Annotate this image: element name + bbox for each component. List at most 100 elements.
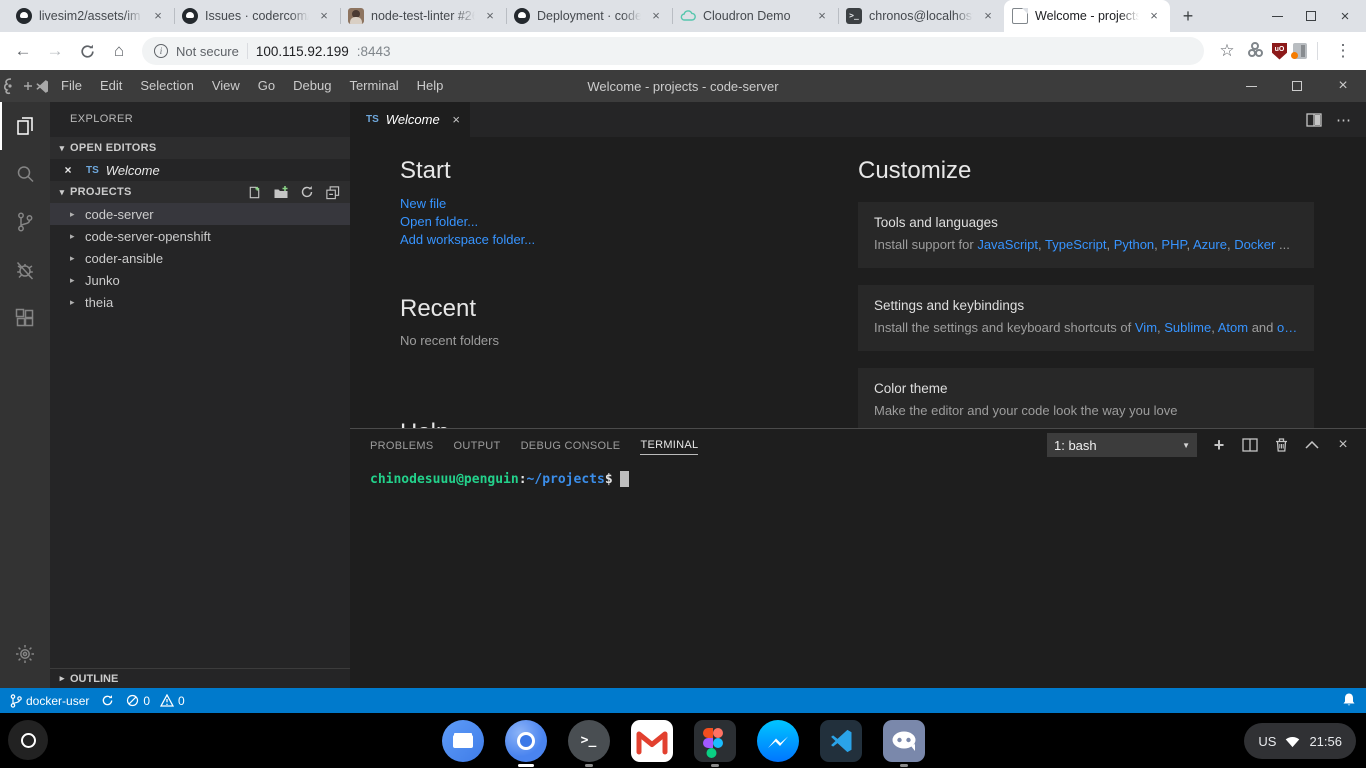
gear-icon[interactable] bbox=[0, 630, 50, 678]
tab-output[interactable]: OUTPUT bbox=[454, 436, 501, 455]
browser-tab-active[interactable]: Welcome - projects × bbox=[1004, 0, 1170, 32]
browser-tab[interactable]: node-test-linter #26 × bbox=[340, 0, 506, 32]
menu-edit[interactable]: Edit bbox=[91, 70, 131, 102]
close-icon[interactable]: × bbox=[316, 8, 332, 24]
javascript-link[interactable]: JavaScript bbox=[977, 237, 1038, 252]
menu-file[interactable]: File bbox=[52, 70, 91, 102]
folder-junko[interactable]: ▸ Junko bbox=[50, 269, 350, 291]
azure-link[interactable]: Azure bbox=[1193, 237, 1227, 252]
reload-button[interactable] bbox=[72, 36, 102, 66]
problems-item[interactable]: 0 0 bbox=[126, 694, 184, 708]
browser-menu-icon[interactable]: ⋮ bbox=[1328, 36, 1358, 66]
menu-help[interactable]: Help bbox=[408, 70, 453, 102]
python-link[interactable]: Python bbox=[1114, 237, 1154, 252]
bookmark-star-icon[interactable]: ☆ bbox=[1212, 36, 1242, 66]
close-panel-icon[interactable]: × bbox=[1334, 436, 1352, 454]
new-file-link[interactable]: New file bbox=[400, 195, 535, 213]
discord-app-icon[interactable] bbox=[883, 720, 925, 762]
typescript-link[interactable]: TypeScript bbox=[1045, 237, 1106, 252]
open-folder-link[interactable]: Open folder... bbox=[400, 213, 535, 231]
close-icon[interactable]: × bbox=[150, 8, 166, 24]
collapse-all-icon[interactable] bbox=[325, 185, 340, 200]
more-actions-icon[interactable]: ⋯ bbox=[1336, 111, 1352, 129]
figma-app-icon[interactable] bbox=[694, 720, 736, 762]
open-editors-header[interactable]: ▾ OPEN EDITORS bbox=[50, 137, 350, 159]
maximize-panel-icon[interactable] bbox=[1303, 436, 1321, 454]
tools-languages-card[interactable]: Tools and languages Install support for … bbox=[858, 202, 1314, 268]
minimize-button[interactable] bbox=[1262, 1, 1292, 31]
gmail-app-icon[interactable] bbox=[631, 720, 673, 762]
split-terminal-icon[interactable] bbox=[1241, 436, 1259, 454]
menu-view[interactable]: View bbox=[203, 70, 249, 102]
browser-tab[interactable]: Issues · codercom/ × bbox=[174, 0, 340, 32]
close-icon[interactable]: × bbox=[452, 112, 460, 127]
terminal-select[interactable]: 1: bash ▼ bbox=[1047, 433, 1197, 457]
close-icon[interactable]: × bbox=[980, 8, 996, 24]
terminal[interactable]: chinodesuuu@penguin:~/projects$ bbox=[350, 461, 1366, 489]
close-icon[interactable]: × bbox=[814, 8, 830, 24]
atom-link[interactable]: Atom bbox=[1218, 320, 1248, 335]
launcher-button[interactable] bbox=[8, 720, 48, 760]
others-link[interactable]: o… bbox=[1277, 320, 1297, 335]
home-button[interactable]: ⌂ bbox=[104, 36, 134, 66]
close-icon[interactable]: × bbox=[1146, 8, 1162, 24]
debug-icon[interactable] bbox=[0, 246, 50, 294]
bell-icon[interactable] bbox=[1342, 692, 1356, 710]
chromium-app-icon[interactable] bbox=[505, 720, 547, 762]
browser-tab[interactable]: Deployment · code × bbox=[506, 0, 672, 32]
search-icon[interactable] bbox=[0, 150, 50, 198]
open-editor-item[interactable]: × TS Welcome bbox=[50, 159, 350, 181]
tab-problems[interactable]: PROBLEMS bbox=[370, 436, 434, 455]
vim-link[interactable]: Vim bbox=[1135, 320, 1157, 335]
kill-terminal-icon[interactable] bbox=[1272, 436, 1290, 454]
close-button[interactable]: × bbox=[1320, 70, 1366, 102]
tab-debug-console[interactable]: DEBUG CONSOLE bbox=[521, 436, 621, 455]
folder-code-server-openshift[interactable]: ▸ code-server-openshift bbox=[50, 225, 350, 247]
terminal-app-icon[interactable]: >_ bbox=[568, 720, 610, 762]
vscode-app-icon[interactable] bbox=[820, 720, 862, 762]
new-folder-icon[interactable] bbox=[273, 185, 289, 200]
close-window-button[interactable]: × bbox=[1330, 1, 1360, 31]
menu-go[interactable]: Go bbox=[249, 70, 284, 102]
color-theme-card[interactable]: Color theme Make the editor and your cod… bbox=[858, 368, 1314, 428]
back-button[interactable]: ← bbox=[8, 36, 38, 66]
extension-icon[interactable] bbox=[1248, 42, 1266, 60]
browser-tab[interactable]: Cloudron Demo × bbox=[672, 0, 838, 32]
explorer-icon[interactable] bbox=[0, 102, 50, 150]
source-control-icon[interactable] bbox=[0, 198, 50, 246]
folder-coder-ansible[interactable]: ▸ coder-ansible bbox=[50, 247, 350, 269]
sync-icon[interactable] bbox=[101, 694, 114, 707]
docker-link[interactable]: Docker bbox=[1234, 237, 1275, 252]
settings-keybindings-card[interactable]: Settings and keybindings Install the set… bbox=[858, 285, 1314, 351]
new-terminal-icon[interactable]: + bbox=[1210, 436, 1228, 454]
info-icon[interactable]: i bbox=[154, 44, 168, 58]
outline-section[interactable]: ▸ OUTLINE bbox=[50, 668, 350, 688]
extensions-icon[interactable] bbox=[0, 294, 50, 342]
browser-tab[interactable]: livesim2/assets/im × bbox=[8, 0, 174, 32]
sublime-link[interactable]: Sublime bbox=[1164, 320, 1211, 335]
folder-theia[interactable]: ▸ theia bbox=[50, 291, 350, 313]
add-workspace-folder-link[interactable]: Add workspace folder... bbox=[400, 231, 535, 249]
restore-button[interactable] bbox=[1296, 1, 1326, 31]
ublock-extension-icon[interactable]: uO bbox=[1272, 43, 1287, 60]
new-file-icon[interactable] bbox=[247, 185, 262, 200]
php-link[interactable]: PHP bbox=[1161, 237, 1186, 252]
address-bar[interactable]: i Not secure 100.115.92.199:8443 bbox=[142, 37, 1204, 65]
refresh-icon[interactable] bbox=[300, 185, 314, 199]
projects-header[interactable]: ▾ PROJECTS bbox=[50, 181, 350, 203]
close-icon[interactable]: × bbox=[60, 163, 76, 177]
files-app-icon[interactable] bbox=[442, 720, 484, 762]
editor-tab-welcome[interactable]: TS Welcome × bbox=[350, 102, 470, 137]
folder-code-server[interactable]: ▸ code-server bbox=[50, 203, 350, 225]
extension-icon[interactable] bbox=[1293, 43, 1307, 59]
menu-terminal[interactable]: Terminal bbox=[340, 70, 407, 102]
close-icon[interactable]: × bbox=[482, 8, 498, 24]
system-tray[interactable]: US 21:56 bbox=[1244, 723, 1356, 759]
maximize-button[interactable] bbox=[1274, 70, 1320, 102]
browser-tab[interactable]: >_ chronos@localhost × bbox=[838, 0, 1004, 32]
new-tab-button[interactable]: + bbox=[1174, 2, 1202, 30]
close-icon[interactable]: × bbox=[648, 8, 664, 24]
menu-selection[interactable]: Selection bbox=[131, 70, 202, 102]
menu-debug[interactable]: Debug bbox=[284, 70, 340, 102]
messenger-app-icon[interactable] bbox=[757, 720, 799, 762]
